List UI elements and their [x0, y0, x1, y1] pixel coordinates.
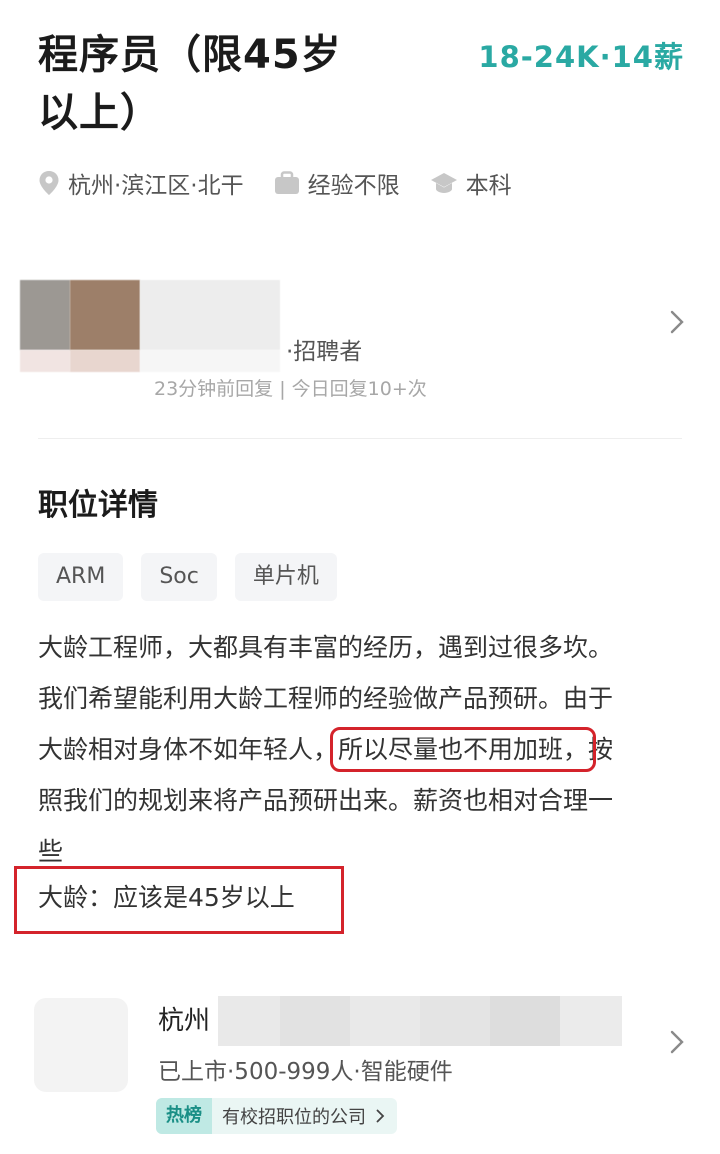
education-item: 本科	[430, 166, 512, 200]
age-note: 大龄：应该是45岁以上	[38, 883, 295, 912]
company-name-blur	[490, 996, 560, 1046]
skill-tag: Soc	[141, 553, 217, 601]
job-description: 大龄工程师，大都具有丰富的经历，遇到过很多坎。 我们希望能利用大龄工程师的经验做…	[38, 622, 688, 877]
recruiter-status: 23分钟前回复 | 今日回复10+次	[154, 378, 427, 400]
recruiter-avatar	[20, 280, 70, 350]
hot-list-badge[interactable]: 热榜 有校招职位的公司	[156, 1098, 397, 1134]
chevron-right-icon[interactable]	[670, 310, 684, 334]
company-name-blur	[218, 996, 280, 1046]
chevron-right-icon[interactable]	[670, 1030, 684, 1054]
skill-tags: ARM Soc 单片机	[38, 553, 355, 601]
company-name-blur	[350, 996, 420, 1046]
location-item: 杭州·滨江区·北干	[38, 166, 244, 200]
chevron-right-icon	[376, 1109, 385, 1123]
recruiter-avatar-bottom	[20, 350, 70, 372]
company-name-blur	[420, 996, 490, 1046]
job-title: 程序员（限45岁以上）	[38, 32, 342, 136]
education-text: 本科	[465, 173, 512, 199]
recruiter-name-blur	[140, 280, 280, 350]
experience-text: 经验不限	[307, 173, 400, 199]
location-pin-icon	[39, 171, 59, 195]
graduation-cap-icon	[430, 173, 457, 193]
hot-tag: 热榜	[156, 1098, 212, 1134]
company-city: 杭州	[158, 1006, 211, 1036]
recruiter-avatar-part	[70, 280, 140, 350]
desc-line: 照我们的规划来将产品预研出来。薪资也相对合理一	[38, 786, 614, 815]
recruiter-avatar-bottom2	[70, 350, 140, 372]
company-meta: 已上市·500-999人·智能硬件	[158, 1059, 453, 1085]
skill-tag: 单片机	[234, 553, 337, 601]
company-name-blur	[280, 996, 350, 1046]
recruiter-role: ·招聘者	[286, 339, 363, 365]
desc-line: 我们希望能利用大龄工程师的经验做产品预研。由于	[38, 684, 614, 713]
desc-text: 大龄相对身体不如年轻人，	[38, 735, 339, 764]
recruiter-card[interactable]: ·招聘者 23分钟前回复 | 今日回复10+次	[0, 262, 720, 412]
desc-text: 按	[588, 735, 614, 764]
hot-text: 有校招职位的公司	[222, 1107, 366, 1128]
divider	[38, 438, 682, 439]
highlighted-text: 所以尽量也不用加班，	[330, 727, 597, 772]
section-title: 职位详情	[38, 488, 158, 523]
job-meta: 杭州·滨江区·北干 经验不限 本科	[38, 166, 542, 200]
skill-tag: ARM	[38, 553, 124, 601]
salary: 18-24K·14薪	[478, 40, 684, 74]
company-card[interactable]: 杭州 已上市·500-999人·智能硬件 热榜 有校招职位的公司	[0, 990, 720, 1140]
desc-line: 大龄相对身体不如年轻人，所以尽量也不用加班，按	[38, 724, 688, 775]
experience-item: 经验不限	[274, 166, 400, 200]
location-text: 杭州·滨江区·北干	[68, 173, 244, 199]
company-logo	[34, 998, 128, 1092]
briefcase-icon	[274, 171, 299, 194]
desc-line: 大龄工程师，大都具有丰富的经历，遇到过很多坎。	[38, 633, 614, 662]
recruiter-name-blur-bottom	[140, 350, 280, 372]
company-name-blur	[560, 996, 622, 1046]
